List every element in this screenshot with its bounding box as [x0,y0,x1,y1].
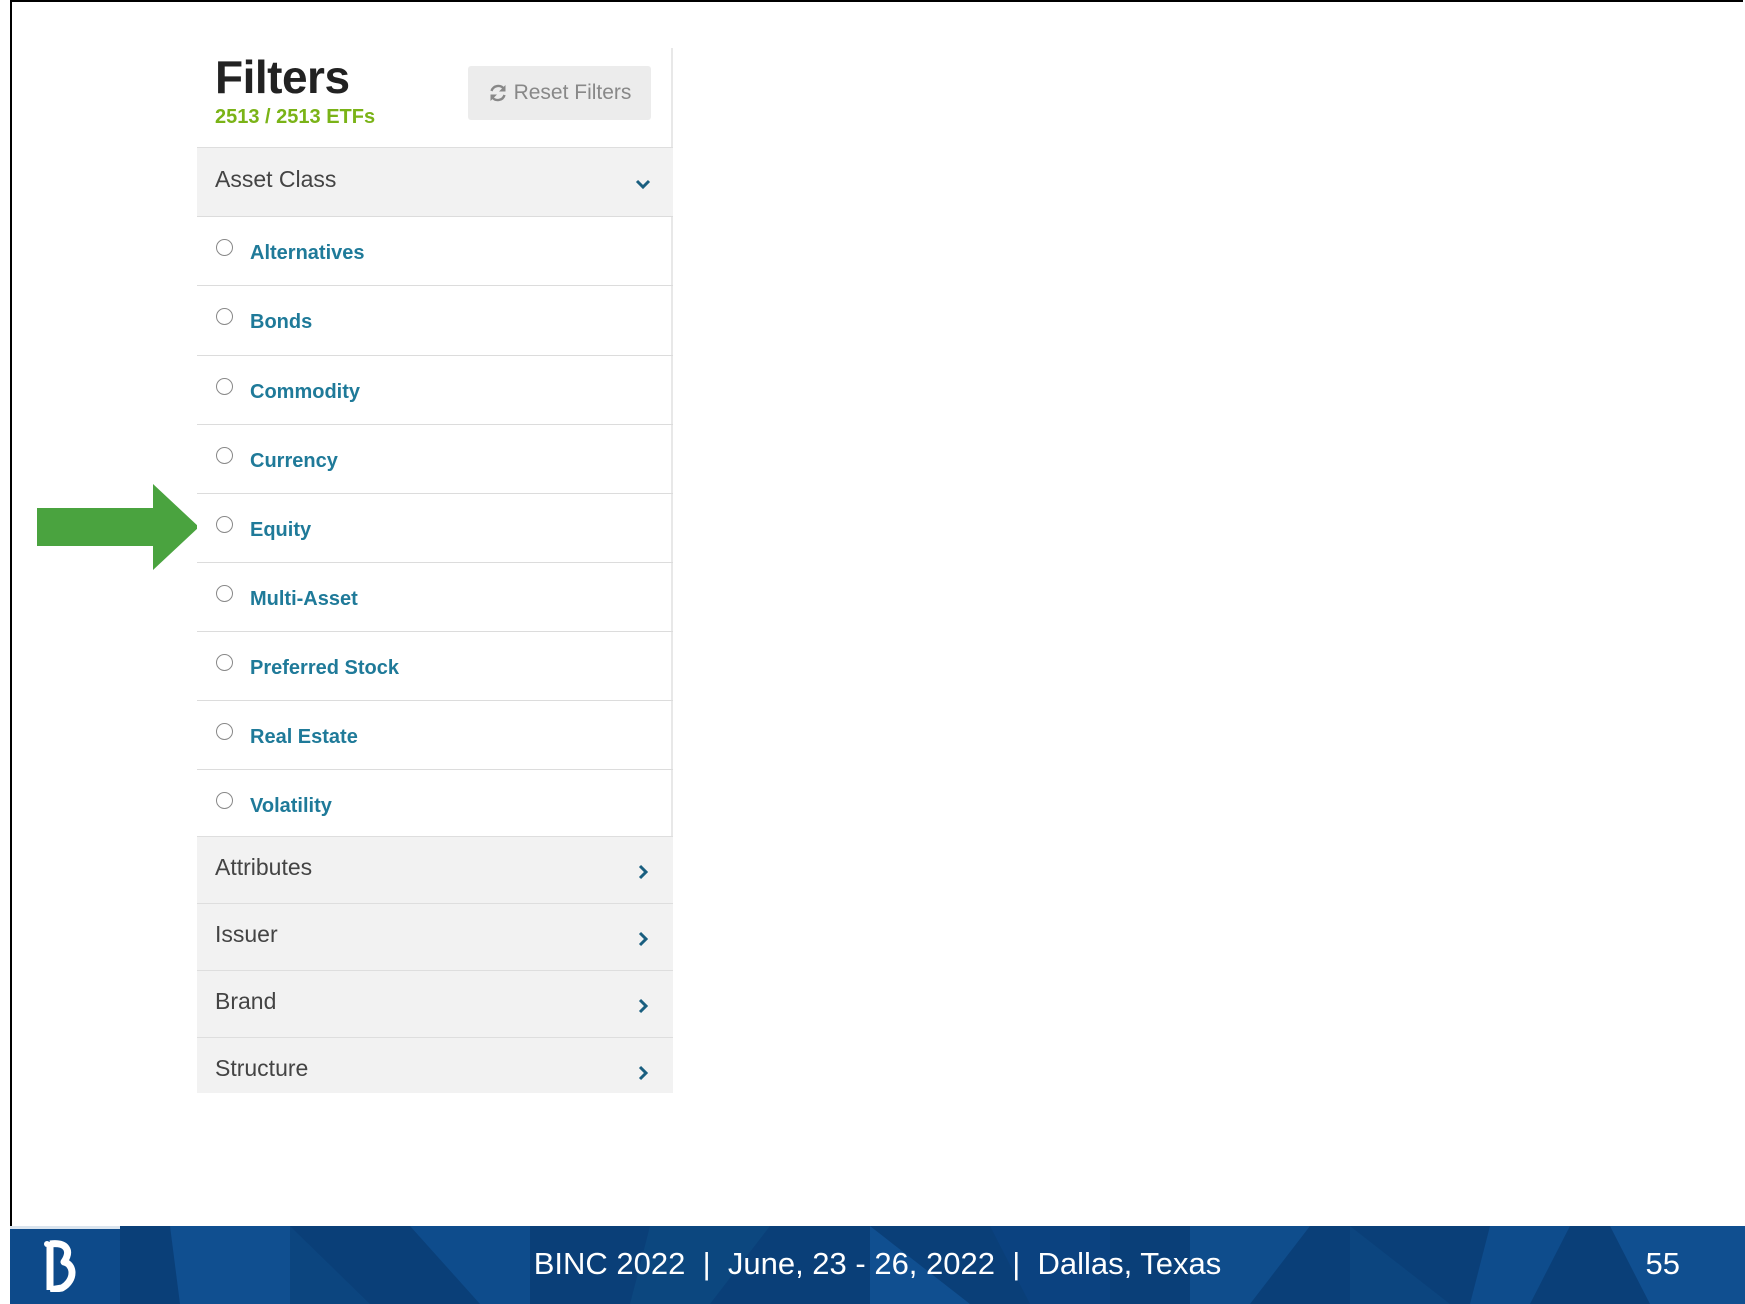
radio-button[interactable] [216,239,233,256]
asset-option-bonds[interactable]: Bonds [197,285,673,354]
asset-option-volatility[interactable]: Volatility [197,769,673,838]
asset-option-preferred-stock[interactable]: Preferred Stock [197,631,673,700]
filters-header: Filters 2513 / 2513 ETFs Reset Filters [197,48,673,147]
filters-panel: Filters 2513 / 2513 ETFs Reset Filters A… [197,48,673,1093]
chevron-right-icon [638,931,649,947]
reset-filters-label: Reset Filters [513,81,632,104]
asset-class-label: Asset Class [215,166,337,192]
chevron-right-icon [638,1065,649,1081]
asset-option-real-estate[interactable]: Real Estate [197,700,673,769]
asset-option-alternatives[interactable]: Alternatives [197,216,673,285]
asset-class-header[interactable]: Asset Class [197,147,673,216]
refresh-icon [489,84,506,102]
radio-button[interactable] [216,308,233,325]
etf-count: 2513 / 2513 ETFs [215,106,376,128]
section-label: Structure [215,1055,309,1081]
option-label: Equity [250,519,312,541]
chevron-down-icon [635,179,651,190]
asset-option-multi-asset[interactable]: Multi-Asset [197,562,673,631]
radio-button[interactable] [216,378,233,395]
option-label: Preferred Stock [250,657,399,679]
page-number: 55 [1645,1246,1680,1281]
attributes-header[interactable]: Attributes [197,836,673,904]
asset-option-equity[interactable]: Equity [197,493,673,562]
option-label: Currency [250,450,338,472]
green-arrow-icon [37,484,199,570]
section-label: Issuer [215,921,278,947]
asset-option-commodity[interactable]: Commodity [197,355,673,424]
section-label: Brand [215,988,277,1014]
option-label: Multi-Asset [250,588,358,610]
radio-button[interactable] [216,723,233,740]
brand-header[interactable]: Brand [197,970,673,1038]
radio-button[interactable] [216,585,233,602]
option-label: Volatility [250,795,332,817]
radio-button[interactable] [216,516,233,533]
filters-title: Filters [215,51,350,103]
chevron-right-icon [638,864,649,880]
section-label: Attributes [215,854,313,880]
issuer-header[interactable]: Issuer [197,903,673,971]
option-label: Real Estate [250,726,358,748]
reset-filters-button[interactable]: Reset Filters [468,66,651,120]
option-label: Bonds [250,311,313,333]
structure-header[interactable]: Structure [197,1037,673,1093]
option-label: Commodity [250,381,360,403]
asset-option-currency[interactable]: Currency [197,424,673,493]
radio-button[interactable] [216,447,233,464]
slide-footer: BINC 2022 | June, 23 - 26, 2022 | Dallas… [10,1226,1745,1304]
chevron-right-icon [638,998,649,1014]
footer-text: BINC 2022 | June, 23 - 26, 2022 | Dallas… [533,1246,1222,1281]
radio-button[interactable] [216,654,233,671]
option-label: Alternatives [250,242,365,264]
radio-button[interactable] [216,792,233,809]
